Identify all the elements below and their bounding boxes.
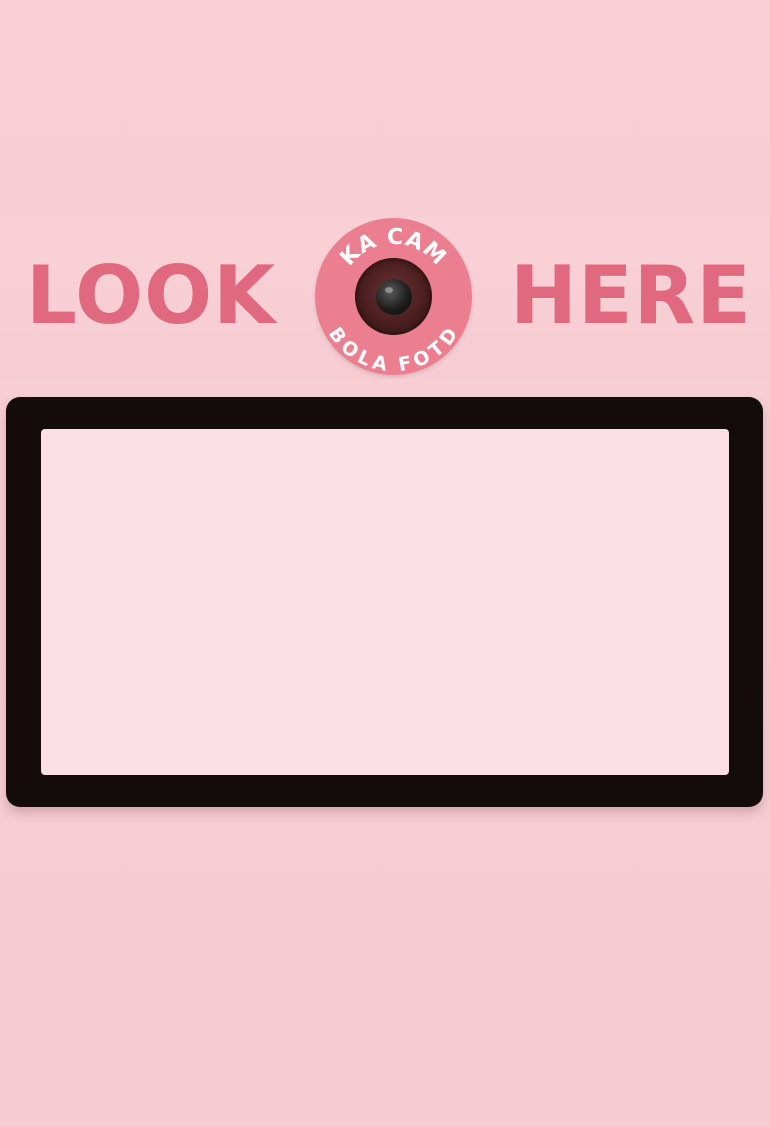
camera-badge: KA CAM BOLA FOTD [315,218,472,375]
look-text: LOOK [26,249,277,342]
display-frame [6,397,763,807]
lens-glint [385,287,393,293]
camera-lens-icon [355,258,432,335]
camera-lens-glass [376,279,412,315]
page-background: LOOK HERE KA CAM BOLA FOTD [0,0,770,1127]
display-screen[interactable] [41,429,729,775]
here-text: HERE [510,249,752,342]
